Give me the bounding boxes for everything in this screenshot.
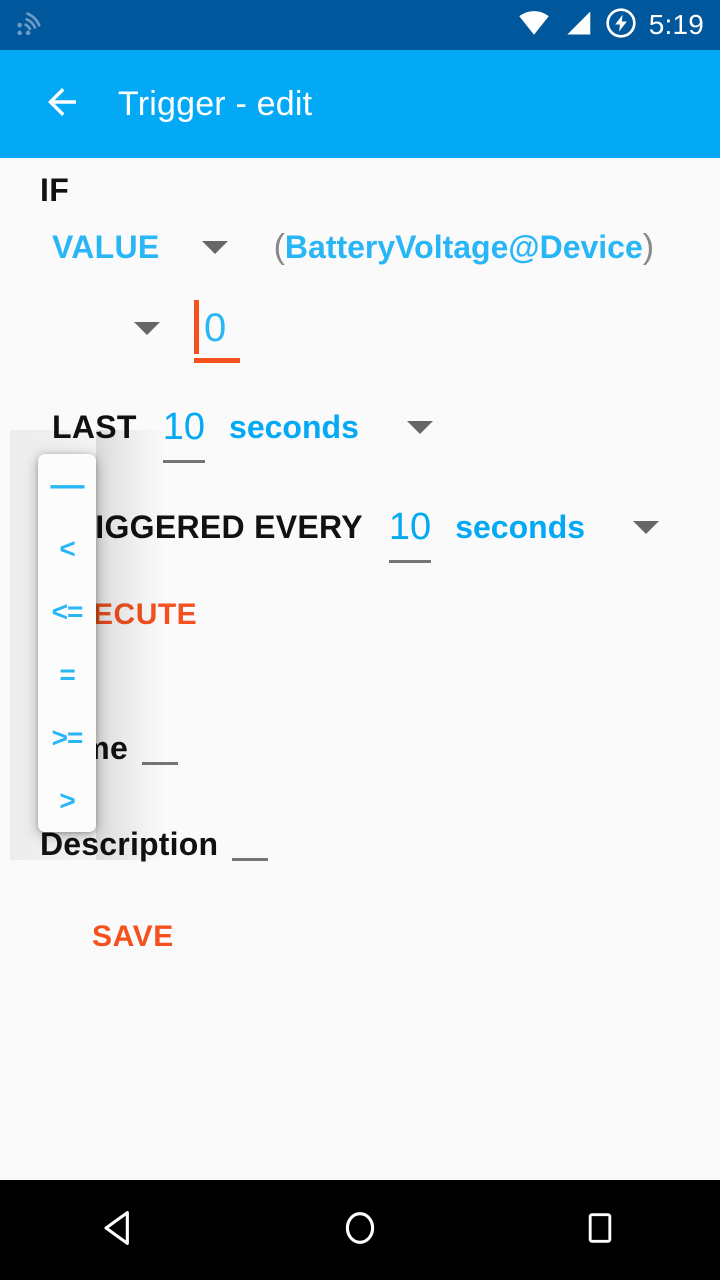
dropdown-option-greater-equal[interactable]: >= <box>38 706 96 769</box>
duration-row: LAST 10 seconds <box>52 406 433 463</box>
operator-dropdown-menu[interactable]: — < <= = >= > <box>38 454 96 832</box>
repeat-amount-input[interactable]: 10 <box>388 506 432 563</box>
nav-back-icon <box>98 1206 142 1255</box>
duration-underline <box>162 460 206 463</box>
close-paren: ) <box>642 228 655 266</box>
nav-home-icon <box>339 1207 381 1254</box>
nav-recents-icon <box>581 1209 619 1252</box>
repeat-unit-select[interactable]: seconds <box>455 509 585 546</box>
duration-unit-select[interactable]: seconds <box>229 409 359 446</box>
dropdown-option-less-than[interactable]: < <box>38 517 96 580</box>
page-title: Trigger - edit <box>118 84 313 123</box>
repeat-prefix-label: TRIGGERED EVERY <box>52 509 363 545</box>
cellular-signal-icon <box>563 9 593 42</box>
description-input[interactable] <box>232 829 278 863</box>
chevron-down-icon[interactable] <box>201 241 228 254</box>
status-bar-right-icons: 5:19 <box>517 7 720 44</box>
battery-charging-icon <box>605 7 637 44</box>
open-paren: ( <box>273 228 285 266</box>
duration-amount-input[interactable]: 10 <box>162 406 206 463</box>
repeat-amount-value: 10 <box>388 506 432 548</box>
phone-screen: 5:19 Trigger - edit IF VALUE ( BatteryVo… <box>0 0 720 1280</box>
threshold-underline <box>194 358 240 363</box>
name-input[interactable] <box>141 733 188 767</box>
dropdown-option-greater-than[interactable]: > <box>38 769 96 832</box>
status-bar-clock: 5:19 <box>648 9 704 40</box>
threshold-value: 0 <box>204 306 227 350</box>
text-cursor <box>194 300 199 354</box>
name-underline <box>141 762 178 765</box>
if-label: IF <box>40 172 70 208</box>
back-button[interactable] <box>34 76 90 132</box>
save-row: SAVE <box>92 920 174 954</box>
source-expression[interactable]: BatteryVoltage@Device <box>285 229 643 266</box>
wifi-icon <box>517 9 551 42</box>
description-underline <box>232 858 269 861</box>
status-bar: 5:19 <box>0 0 720 50</box>
dropdown-scrim-right <box>96 430 166 860</box>
repeat-underline <box>388 560 432 563</box>
app-bar: Trigger - edit <box>0 50 720 158</box>
duration-prefix-label: LAST <box>52 409 137 445</box>
save-button[interactable]: SAVE <box>92 920 174 954</box>
arrow-left-icon <box>41 81 83 128</box>
duration-amount-value: 10 <box>162 406 206 448</box>
nav-home-button[interactable] <box>315 1185 405 1275</box>
nav-recents-button[interactable] <box>555 1185 645 1275</box>
dropdown-option-none[interactable]: — <box>38 454 96 517</box>
trigger-edit-form: IF VALUE ( BatteryVoltage@Device ) 0 LAS… <box>0 158 720 1180</box>
dropdown-option-equal[interactable]: = <box>38 643 96 706</box>
chevron-down-icon[interactable] <box>633 521 660 534</box>
condition-row: 0 <box>52 300 240 363</box>
chevron-down-icon[interactable] <box>134 322 160 335</box>
repeat-row: TRIGGERED EVERY 10 seconds <box>52 506 660 563</box>
chevron-down-icon[interactable] <box>406 421 433 434</box>
android-navigation-bar <box>0 1180 720 1280</box>
nav-back-button[interactable] <box>75 1185 165 1275</box>
dropdown-option-less-equal[interactable]: <= <box>38 580 96 643</box>
threshold-input[interactable]: 0 <box>194 300 240 363</box>
cast-screen-icon <box>14 6 48 45</box>
source-type-select[interactable]: VALUE <box>52 229 160 266</box>
status-bar-left-icons <box>0 6 48 45</box>
source-row: VALUE ( BatteryVoltage@Device ) <box>52 228 654 267</box>
